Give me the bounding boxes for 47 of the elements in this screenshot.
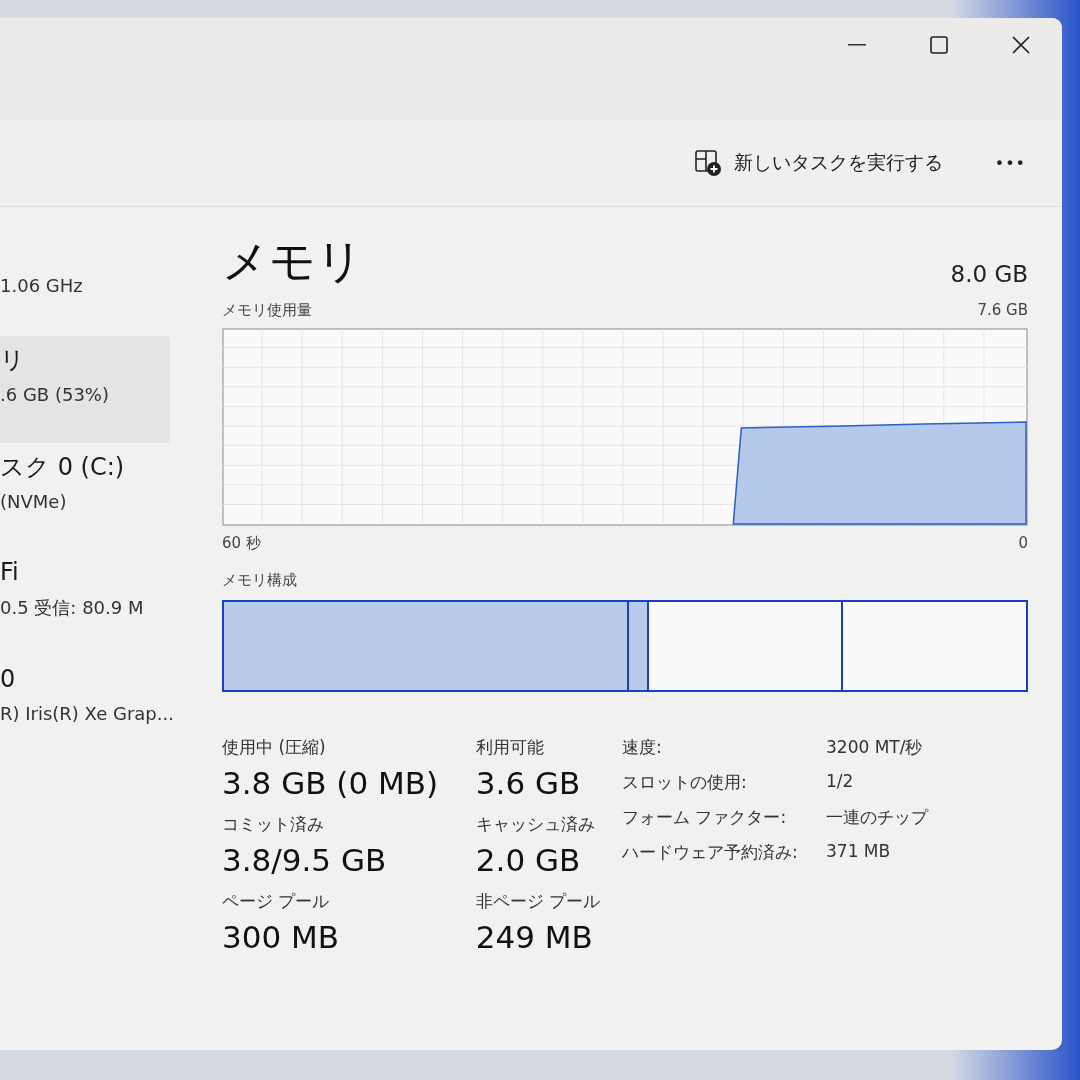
property-label: ハードウェア予約済み: [622,841,799,864]
stat-value: 3.8/9.5 GB [222,842,388,878]
device-name: Fi [0,558,20,588]
sidebar-item[interactable]: リ .6 GB (53%) [0,336,170,443]
device-name: スク 0 (C:) [0,452,126,483]
total-memory: 8.0 GB [950,261,1028,289]
more-options-button[interactable]: ••• [988,152,1032,174]
composition-label: メモリ構成 [222,571,297,590]
stat-value: 2.0 GB [475,842,582,878]
property-value: 371 MB [826,841,892,863]
device-detail: 1.06 GHz [0,275,84,296]
property-value: 一連のチップ [826,806,928,829]
property-label: 速度: [622,736,663,759]
new-task-icon [693,149,722,177]
sidebar-item[interactable]: 0 R) Iris(R) Xe Grap... [0,657,170,764]
stat-label: キャッシュ済み [475,813,596,836]
device-detail: (NVMe) [0,491,68,512]
device-detail: .6 GB (53%) [0,384,110,405]
stat-label: 使用中 (圧縮) [222,736,327,759]
minimize-icon [848,44,866,46]
maximize-icon [930,36,948,54]
property-label: フォーム ファクター: [622,806,788,829]
close-icon [1012,36,1030,54]
property-value: 3200 MT/秒 [826,736,924,759]
device-name: 0 [0,665,17,695]
sidebar-item[interactable]: スク 0 (C:) (NVMe) [0,443,170,550]
graph-label: メモリ使用量 [222,301,312,320]
sidebar-item[interactable]: Fi 0.5 受信: 80.9 M [0,550,170,657]
stat-value: 249 MB [475,919,594,955]
run-new-task-button[interactable]: 新しいタスクを実行する [687,143,949,183]
device-name: リ [0,345,26,376]
sidebar-item[interactable]: 1.06 GHz [0,229,170,336]
stat-value: 3.8 GB (0 MB) [222,765,440,801]
stat-label: ページ プール [222,890,331,913]
device-detail: 0.5 受信: 80.9 M [0,596,145,620]
stat-label: 利用可能 [475,736,545,759]
stat-label: コミット済み [222,813,325,836]
property-value: 1/2 [826,771,855,793]
page-title: メモリ [222,233,363,290]
graph-max-label: 7.6 GB [977,301,1028,320]
stat-value: 300 MB [222,919,341,955]
axis-label: 0 [1018,534,1028,553]
property-label: スロットの使用: [622,771,748,794]
device-detail: R) Iris(R) Xe Grap... [0,703,170,724]
stat-value: 3.6 GB [475,765,582,801]
stat-label: 非ページ プール [475,890,602,913]
axis-label: 60 秒 [222,534,261,553]
